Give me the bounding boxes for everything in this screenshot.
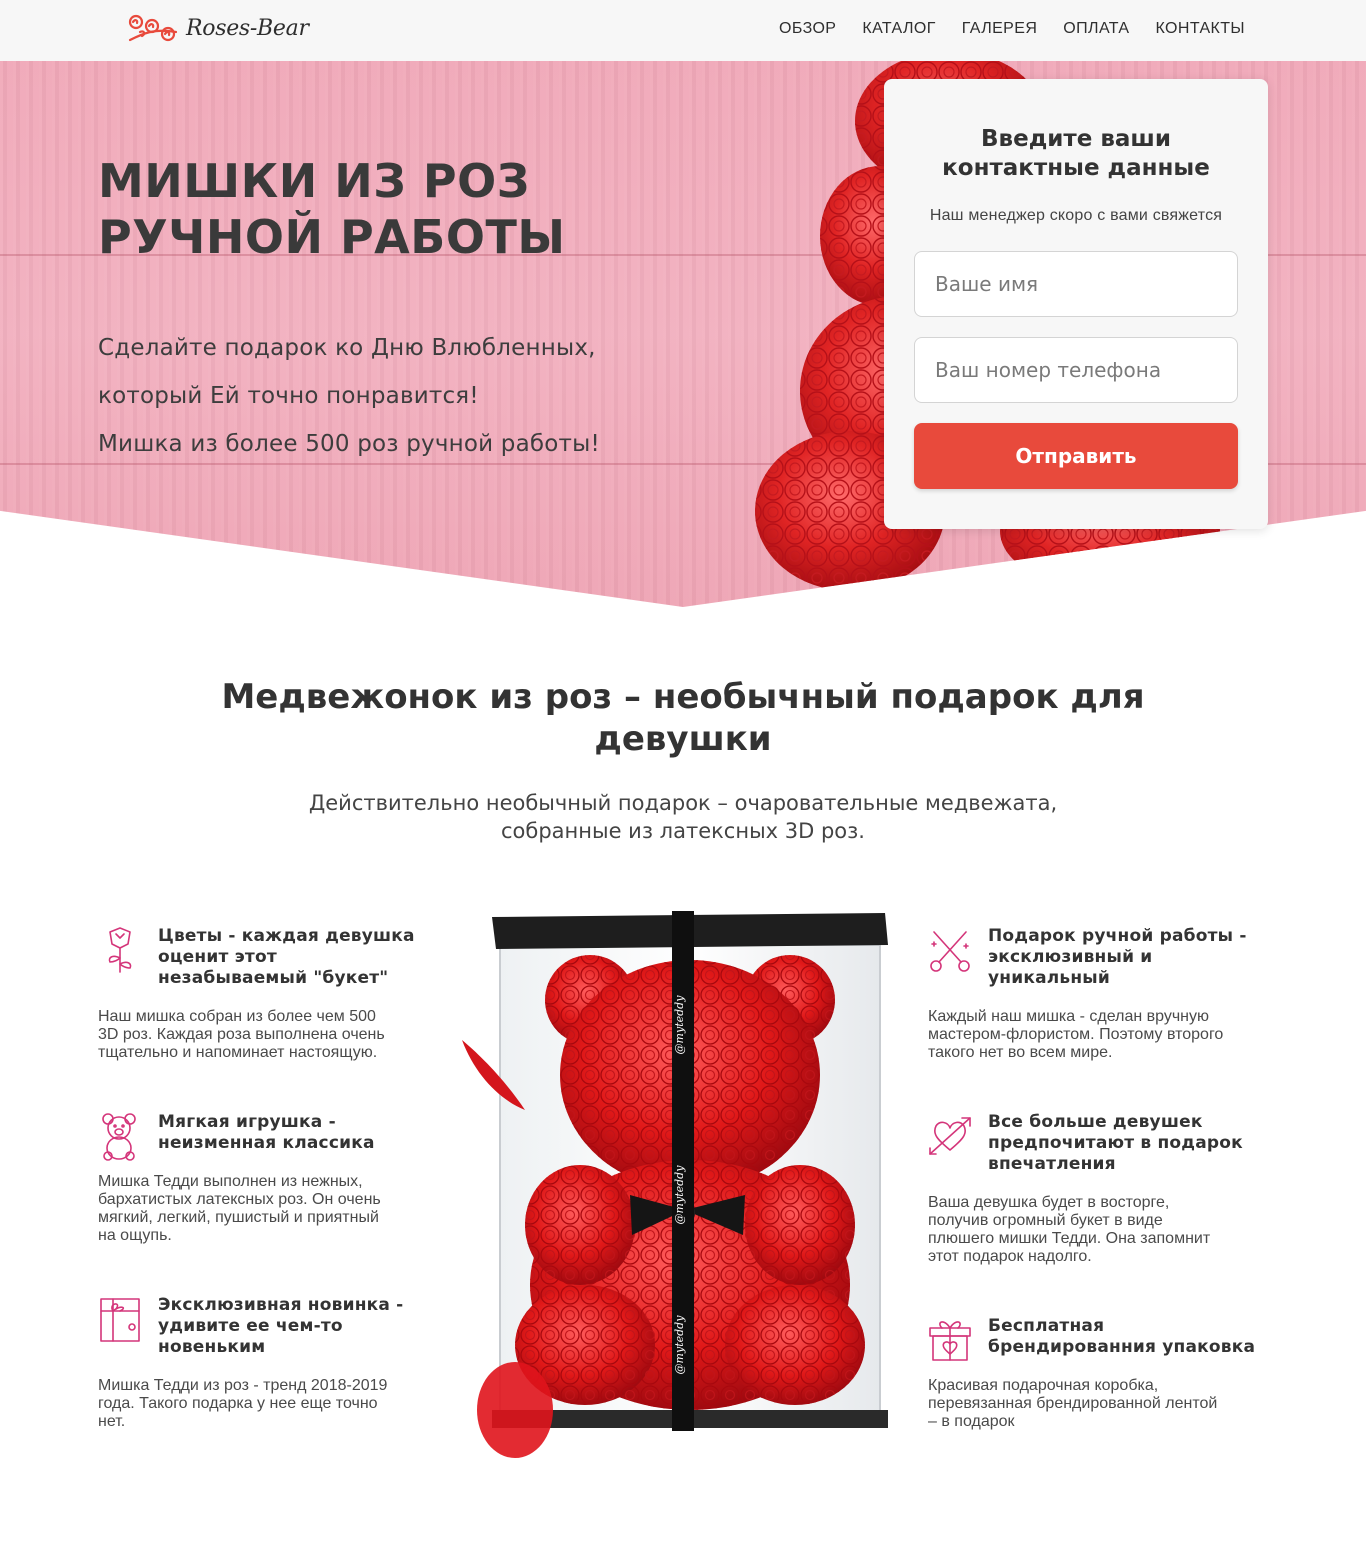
- feature-text-line: Наш мишка собран из более чем 500: [98, 1008, 376, 1025]
- feature-title-line: предпочитают в подарок: [988, 1133, 1243, 1153]
- feature-text-line: Мишка Тедди из роз - тренд 2018-2019: [98, 1377, 388, 1394]
- nav-gallery[interactable]: ГАЛЕРЕЯ: [962, 20, 1038, 38]
- feature-title-line: Мягкая игрушка -: [158, 1112, 336, 1132]
- feature-text-line: на ощупь.: [98, 1227, 172, 1244]
- submit-button[interactable]: Отправить: [914, 423, 1238, 489]
- feature-text-line: Красивая подарочная коробка,: [928, 1377, 1159, 1394]
- site-header: Roses-Bear ОБЗОР КАТАЛОГ ГАЛЕРЕЯ ОПЛАТА …: [0, 0, 1366, 61]
- feature-flowers: Цветы - каждая девушка оценит этот незаб…: [98, 926, 438, 1066]
- feature-text-line: перевязанная брендированной лентой: [928, 1395, 1218, 1412]
- feature-text-line: плюшего мишки Тедди. Она запомнит: [928, 1230, 1211, 1247]
- feature-title-line: Цветы - каждая девушка: [158, 926, 415, 946]
- feature-text: Мишка Тедди из роз - тренд 2018-2019 год…: [98, 1377, 438, 1431]
- feature-title-line: впечатления: [988, 1154, 1116, 1174]
- section-subtitle-line: собранные из латексных 3D роз.: [501, 819, 865, 843]
- feature-impressions: Все больше девушек предпочитают в подаро…: [928, 1112, 1268, 1265]
- scissors-icon: [930, 931, 970, 972]
- feature-text-line: года. Такого подарка у нее еще точно: [98, 1395, 378, 1412]
- feature-title: Подарок ручной работы - эксклюзивный и у…: [988, 926, 1278, 989]
- feature-novelty: Эксклюзивная новинка - удивите ее чем-то…: [98, 1295, 438, 1435]
- ribbon-label: @myteddy: [673, 995, 686, 1055]
- gift-box-icon: [100, 1298, 140, 1342]
- section-subtitle: Действительно необычный подарок – очаров…: [233, 789, 1133, 845]
- feature-title-line: уникальный: [988, 968, 1110, 988]
- feature-text: Наш мишка собран из более чем 500 3D роз…: [98, 1008, 438, 1062]
- feature-title-line: Эксклюзивная новинка -: [158, 1295, 404, 1315]
- form-title-line: контактные данные: [942, 155, 1210, 181]
- section-title: Медвежонок из роз – необычный подарок дл…: [183, 676, 1183, 760]
- feature-text-line: тщательно и напоминает настоящую.: [98, 1044, 378, 1061]
- hero-title: МИШКИ ИЗ РОЗ РУЧНОЙ РАБОТЫ: [98, 153, 566, 265]
- feature-title: Бесплатная брендированния упаковка: [988, 1316, 1278, 1358]
- feature-text: Красивая подарочная коробка, перевязанна…: [928, 1377, 1268, 1431]
- hero-line: Сделайте подарок ко Дню Влюбленных,: [98, 335, 596, 361]
- feature-text-line: бархатистых латексных роз. Он очень: [98, 1191, 381, 1208]
- phone-input[interactable]: [914, 337, 1238, 403]
- feature-soft-toy: Мягкая игрушка - неизменная классика Миш…: [98, 1112, 438, 1252]
- main-nav: ОБЗОР КАТАЛОГ ГАЛЕРЕЯ ОПЛАТА КОНТАКТЫ: [779, 0, 1245, 58]
- form-subtitle: Наш менеджер скоро с вами свяжется: [929, 207, 1223, 224]
- hero-title-line: РУЧНОЙ РАБОТЫ: [98, 210, 566, 264]
- heart-arrow-icon: [929, 1117, 971, 1155]
- feature-text-line: мягкий, легкий, пушистый и приятный: [98, 1209, 379, 1226]
- feature-title-line: удивите ее чем-то: [158, 1316, 343, 1336]
- feature-title: Все больше девушек предпочитают в подаро…: [988, 1112, 1278, 1175]
- feature-title-line: новеньким: [158, 1337, 266, 1357]
- nav-catalog[interactable]: КАТАЛОГ: [862, 20, 935, 38]
- section-title-line: Медвежонок из роз – необычный подарок дл…: [221, 677, 1145, 717]
- feature-title: Мягкая игрушка - неизменная классика: [158, 1112, 448, 1154]
- teddy-bear-icon: [102, 1113, 136, 1161]
- feature-handmade: Подарок ручной работы - эксклюзивный и у…: [928, 926, 1268, 1066]
- feature-title-line: эксклюзивный и: [988, 947, 1153, 967]
- feature-title-line: оценит этот: [158, 947, 277, 967]
- feature-text: Ваша девушка будет в восторге, получив о…: [928, 1194, 1268, 1266]
- ribbon-label: @myteddy: [673, 1165, 686, 1225]
- feature-text-line: 3D роз. Каждая роза выполнена очень: [98, 1026, 385, 1043]
- feature-text-line: этот подарок надолго.: [928, 1248, 1092, 1265]
- feature-text: Каждый наш мишка - сделан вручную мастер…: [928, 1008, 1268, 1062]
- feature-title-line: брендированния упаковка: [988, 1337, 1256, 1357]
- feature-title-line: Все больше девушек: [988, 1112, 1203, 1132]
- rose-icon: [108, 927, 132, 973]
- feature-title-line: Бесплатная: [988, 1316, 1105, 1336]
- form-title-line: Введите ваши: [981, 126, 1171, 152]
- logo[interactable]: Roses-Bear: [124, 10, 309, 46]
- gift-heart-icon: [929, 1321, 971, 1361]
- feature-text: Мишка Тедди выполнен из нежных, бархатис…: [98, 1173, 438, 1245]
- feature-title-line: Подарок ручной работы -: [988, 926, 1247, 946]
- feature-text-line: мастером-флористом. Поэтому второго: [928, 1026, 1224, 1043]
- feature-text-line: – в подарок: [928, 1413, 1015, 1430]
- feature-title-line: неизменная классика: [158, 1133, 375, 1153]
- hero-line: Мишка из более 500 роз ручной работы!: [98, 431, 600, 457]
- feature-text-line: получив огромный букет в виде: [928, 1212, 1163, 1229]
- section-subtitle-line: Действительно необычный подарок – очаров…: [308, 791, 1058, 815]
- nav-overview[interactable]: ОБЗОР: [779, 20, 836, 38]
- hero-description: Сделайте подарок ко Дню Влюбленных, кото…: [98, 324, 600, 468]
- nav-payment[interactable]: ОПЛАТА: [1063, 20, 1129, 38]
- logo-text: Roses-Bear: [186, 15, 309, 41]
- section-title-line: девушки: [594, 719, 772, 759]
- name-input[interactable]: [914, 251, 1238, 317]
- feature-text-line: Каждый наш мишка - сделан вручную: [928, 1008, 1210, 1025]
- feature-title-line: незабываемый "букет": [158, 968, 389, 988]
- ribbon-label: @myteddy: [673, 1315, 686, 1375]
- feature-text-line: нет.: [98, 1413, 126, 1430]
- feature-title: Эксклюзивная новинка - удивите ее чем-то…: [158, 1295, 448, 1358]
- contact-form: Введите ваши контактные данные Наш менед…: [884, 79, 1268, 529]
- rose-bear-box-image: @myteddy @myteddy @myteddy: [462, 911, 888, 1458]
- feature-text-line: Мишка Тедди выполнен из нежных,: [98, 1173, 363, 1190]
- form-title: Введите ваши контактные данные: [884, 125, 1268, 183]
- feature-packaging: Бесплатная брендированния упаковка Краси…: [928, 1316, 1268, 1436]
- hero-line: который Ей точно понравится!: [98, 383, 479, 409]
- nav-contacts[interactable]: КОНТАКТЫ: [1155, 20, 1245, 38]
- feature-text-line: Ваша девушка будет в восторге,: [928, 1194, 1170, 1211]
- rose-logo-icon: [128, 14, 178, 42]
- hero-title-line: МИШКИ ИЗ РОЗ: [98, 154, 530, 208]
- feature-title: Цветы - каждая девушка оценит этот незаб…: [158, 926, 448, 989]
- feature-text-line: такого нет во всем мире.: [928, 1044, 1113, 1061]
